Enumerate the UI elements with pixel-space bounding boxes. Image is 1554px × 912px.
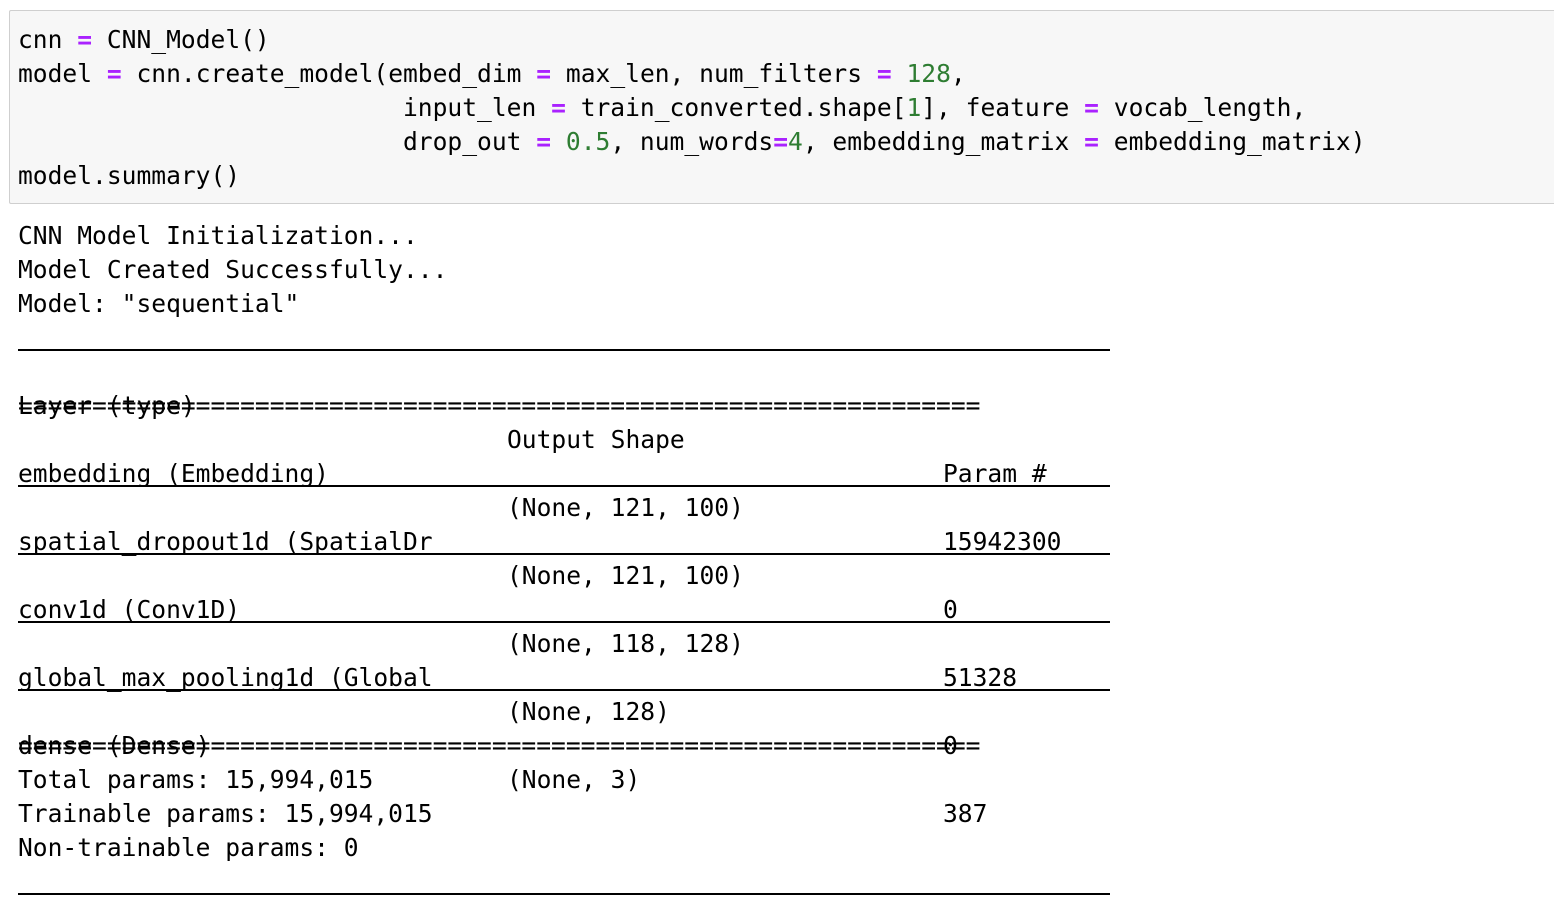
table-double-rule: ========================================… xyxy=(18,731,981,760)
code-token: ], feature xyxy=(921,93,1070,122)
total-params: Total params: 15,994,015 xyxy=(18,765,374,794)
code-token: train_converted.shape[ xyxy=(580,93,907,122)
table-row: embedding (Embedding) (None, 121, 100) 1… xyxy=(18,423,1118,556)
code-line-3: input_len = train_converted.shape[1], fe… xyxy=(18,91,1306,125)
code-line-5: model.summary() xyxy=(18,159,240,193)
output-message: Model: "sequential" xyxy=(18,289,300,318)
code-token: , xyxy=(950,59,966,88)
table-rule xyxy=(18,893,1110,895)
trainable-params: Trainable params: 15,994,015 xyxy=(18,799,433,828)
code-token: drop_out xyxy=(402,127,522,156)
table-rule xyxy=(18,553,1110,555)
code-token: cnn.create_model(embed_dim xyxy=(136,59,522,88)
operator-token: = xyxy=(876,59,892,88)
output-message: Model Created Successfully... xyxy=(18,255,448,284)
operator-token: = xyxy=(536,127,552,156)
code-token: cnn xyxy=(18,25,63,54)
non-trainable-params: Non-trainable params: 0 xyxy=(18,833,359,862)
table-rule xyxy=(18,689,1110,691)
operator-token: = xyxy=(536,59,552,88)
number-token: 128 xyxy=(906,59,951,88)
code-token: vocab_length, xyxy=(1113,93,1307,122)
table-rule xyxy=(18,349,1110,351)
table-rule xyxy=(18,485,1110,487)
number-token: 1 xyxy=(906,93,922,122)
code-token: model.summary() xyxy=(18,161,241,190)
code-token: input_len xyxy=(402,93,537,122)
code-token: , embedding_matrix xyxy=(802,127,1070,156)
number-token: 4 xyxy=(788,127,803,156)
number-token: 0.5 xyxy=(565,127,611,156)
table-row: spatial_dropout1d (SpatialDr (None, 121,… xyxy=(18,491,1118,624)
output-message: CNN Model Initialization... xyxy=(18,221,418,250)
operator-token: = xyxy=(1084,127,1099,156)
operator-token: = xyxy=(77,25,93,54)
code-token: model xyxy=(18,59,93,88)
code-line-1: cnn = CNN_Model() xyxy=(18,23,270,57)
operator-token: = xyxy=(551,93,566,122)
table-row: conv1d (Conv1D) (None, 118, 128) 51328 xyxy=(18,559,1118,692)
operator-token: = xyxy=(106,59,122,88)
table-row: dense (Dense) (None, 3) 387 xyxy=(18,695,1118,828)
code-line-4: drop_out = 0.5, num_words=4, embedding_m… xyxy=(18,125,1366,159)
table-header-row: Layer (type) Output Shape Param # xyxy=(18,355,1118,488)
operator-token: = xyxy=(1084,93,1099,122)
table-rule xyxy=(18,621,1110,623)
code-token: , num_words xyxy=(610,127,774,156)
output-shape: (None, 3) xyxy=(507,765,641,794)
code-token: embedding_matrix) xyxy=(1113,127,1366,156)
table-double-rule: ========================================… xyxy=(18,391,981,420)
code-line-2: model = cnn.create_model(embed_dim = max… xyxy=(18,57,966,91)
param-count: 387 xyxy=(943,799,988,828)
operator-token: = xyxy=(773,127,788,156)
code-token: max_len, num_filters xyxy=(565,59,863,88)
table-row: global_max_pooling1d (Global (None, 128)… xyxy=(18,627,1118,760)
code-token: CNN_Model() xyxy=(106,25,270,54)
code-input-cell[interactable]: cnn = CNN_Model() model = cnn.create_mod… xyxy=(9,10,1554,204)
